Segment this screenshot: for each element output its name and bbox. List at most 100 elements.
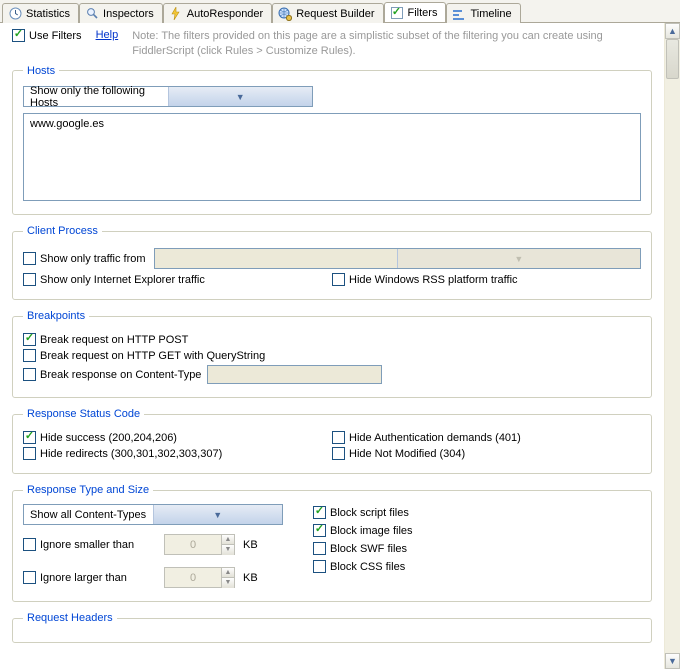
- checkbox-icon: [313, 542, 326, 555]
- chevron-up-icon[interactable]: ▲: [221, 535, 234, 545]
- checkbox-icon: [23, 349, 36, 362]
- hosts-mode-value: Show only the following Hosts: [24, 85, 168, 109]
- ignore-smaller-value[interactable]: [165, 538, 221, 552]
- checkbox-icon: [332, 273, 345, 286]
- show-only-ie-label: Show only Internet Explorer traffic: [40, 274, 205, 286]
- break-post-checkbox[interactable]: Break request on HTTP POST: [23, 333, 188, 346]
- status-code-group: Response Status Code Hide success (200,2…: [12, 408, 652, 474]
- clock-icon: [8, 7, 22, 21]
- help-link[interactable]: Help: [96, 29, 119, 41]
- content-types-value: Show all Content-Types: [24, 509, 153, 521]
- scroll-down-button[interactable]: ▼: [665, 653, 680, 669]
- ignore-larger-value[interactable]: [165, 571, 221, 585]
- hide-redirects-label: Hide redirects (300,301,302,303,307): [40, 448, 222, 460]
- tab-label: Statistics: [26, 8, 70, 20]
- checkbox-icon: [23, 252, 36, 265]
- checkbox-icon: [23, 447, 36, 460]
- chevron-down-icon[interactable]: ▼: [221, 545, 234, 555]
- break-post-label: Break request on HTTP POST: [40, 334, 188, 346]
- type-size-group: Response Type and Size Show all Content-…: [12, 484, 652, 602]
- hosts-legend: Hosts: [23, 65, 59, 77]
- tab-label: AutoResponder: [187, 8, 263, 20]
- filters-note: Note: The filters provided on this page …: [132, 29, 652, 59]
- vertical-scrollbar[interactable]: ▲ ▼: [664, 23, 680, 669]
- scroll-thumb[interactable]: [666, 39, 679, 79]
- ignore-smaller-spinner[interactable]: ▲▼: [164, 534, 235, 555]
- hosts-mode-select[interactable]: Show only the following Hosts ▼: [23, 86, 313, 107]
- break-get-qs-label: Break request on HTTP GET with QueryStri…: [40, 350, 265, 362]
- chevron-up-icon[interactable]: ▲: [221, 568, 234, 578]
- hide-304-label: Hide Not Modified (304): [349, 448, 465, 460]
- hide-rss-label: Hide Windows RSS platform traffic: [349, 274, 518, 286]
- ignore-larger-checkbox[interactable]: Ignore larger than: [23, 571, 158, 584]
- breakpoints-legend: Breakpoints: [23, 310, 89, 322]
- block-image-checkbox[interactable]: Block image files: [313, 524, 413, 537]
- request-headers-group: Request Headers: [12, 612, 652, 643]
- tab-inspectors[interactable]: Inspectors: [79, 3, 163, 23]
- show-only-traffic-from-label: Show only traffic from: [40, 253, 146, 265]
- content-type-input[interactable]: [207, 365, 382, 384]
- check-icon: [313, 506, 326, 519]
- timeline-icon: [452, 7, 466, 21]
- tab-label: Filters: [408, 7, 438, 19]
- checkbox-icon: [23, 571, 36, 584]
- hosts-list-input[interactable]: [23, 113, 641, 201]
- ignore-smaller-checkbox[interactable]: Ignore smaller than: [23, 538, 158, 551]
- checkbox-icon: [332, 447, 345, 460]
- check-icon: [23, 431, 36, 444]
- tab-label: Timeline: [470, 8, 511, 20]
- use-filters-label: Use Filters: [29, 30, 82, 42]
- block-swf-checkbox[interactable]: Block SWF files: [313, 542, 413, 555]
- tab-label: Inspectors: [103, 8, 154, 20]
- magnifier-icon: [85, 7, 99, 21]
- block-script-label: Block script files: [330, 507, 409, 519]
- hide-auth-label: Hide Authentication demands (401): [349, 432, 521, 444]
- tab-timeline[interactable]: Timeline: [446, 3, 520, 23]
- hide-auth-checkbox[interactable]: Hide Authentication demands (401): [332, 431, 521, 444]
- check-icon: [12, 29, 25, 42]
- ignore-larger-label: Ignore larger than: [40, 572, 127, 584]
- breakpoints-group: Breakpoints Break request on HTTP POST B…: [12, 310, 652, 398]
- hide-success-label: Hide success (200,204,206): [40, 432, 177, 444]
- break-resp-ct-checkbox[interactable]: Break response on Content-Type: [23, 368, 201, 381]
- chevron-down-icon: ▼: [168, 87, 313, 106]
- block-image-label: Block image files: [330, 525, 413, 537]
- use-filters-checkbox[interactable]: Use Filters: [12, 29, 82, 42]
- checkbox-icon: [23, 273, 36, 286]
- client-process-legend: Client Process: [23, 225, 102, 237]
- hide-redirects-checkbox[interactable]: Hide redirects (300,301,302,303,307): [23, 447, 222, 460]
- block-css-label: Block CSS files: [330, 561, 405, 573]
- hide-304-checkbox[interactable]: Hide Not Modified (304): [332, 447, 465, 460]
- show-only-traffic-from-checkbox[interactable]: Show only traffic from: [23, 252, 146, 265]
- show-only-ie-checkbox[interactable]: Show only Internet Explorer traffic: [23, 273, 205, 286]
- hide-success-checkbox[interactable]: Hide success (200,204,206): [23, 431, 177, 444]
- filters-panel: Use Filters Help Note: The filters provi…: [0, 23, 664, 669]
- process-select[interactable]: ▼: [154, 248, 641, 269]
- checkbox-icon: [313, 560, 326, 573]
- ignore-larger-spinner[interactable]: ▲▼: [164, 567, 235, 588]
- chevron-down-icon[interactable]: ▼: [221, 578, 234, 588]
- check-icon: [390, 6, 404, 20]
- hide-rss-checkbox[interactable]: Hide Windows RSS platform traffic: [332, 273, 518, 286]
- tab-request-builder[interactable]: Request Builder: [272, 3, 383, 23]
- content-types-select[interactable]: Show all Content-Types ▼: [23, 504, 283, 525]
- block-swf-label: Block SWF files: [330, 543, 407, 555]
- break-get-qs-checkbox[interactable]: Break request on HTTP GET with QueryStri…: [23, 349, 265, 362]
- scroll-up-button[interactable]: ▲: [665, 23, 680, 39]
- request-headers-legend: Request Headers: [23, 612, 117, 624]
- chevron-down-icon: ▼: [153, 505, 283, 524]
- block-css-checkbox[interactable]: Block CSS files: [313, 560, 413, 573]
- client-process-group: Client Process Show only traffic from ▼ …: [12, 225, 652, 300]
- tab-statistics[interactable]: Statistics: [2, 3, 79, 23]
- tab-label: Request Builder: [296, 8, 374, 20]
- block-script-checkbox[interactable]: Block script files: [313, 506, 413, 519]
- bolt-icon: [169, 7, 183, 21]
- kb-unit: KB: [243, 539, 258, 551]
- checkbox-icon: [332, 431, 345, 444]
- checkbox-icon: [23, 368, 36, 381]
- tab-filters[interactable]: Filters: [384, 2, 447, 22]
- ignore-smaller-label: Ignore smaller than: [40, 539, 134, 551]
- check-icon: [23, 333, 36, 346]
- tab-autoresponder[interactable]: AutoResponder: [163, 3, 272, 23]
- chevron-down-icon: ▼: [397, 249, 640, 268]
